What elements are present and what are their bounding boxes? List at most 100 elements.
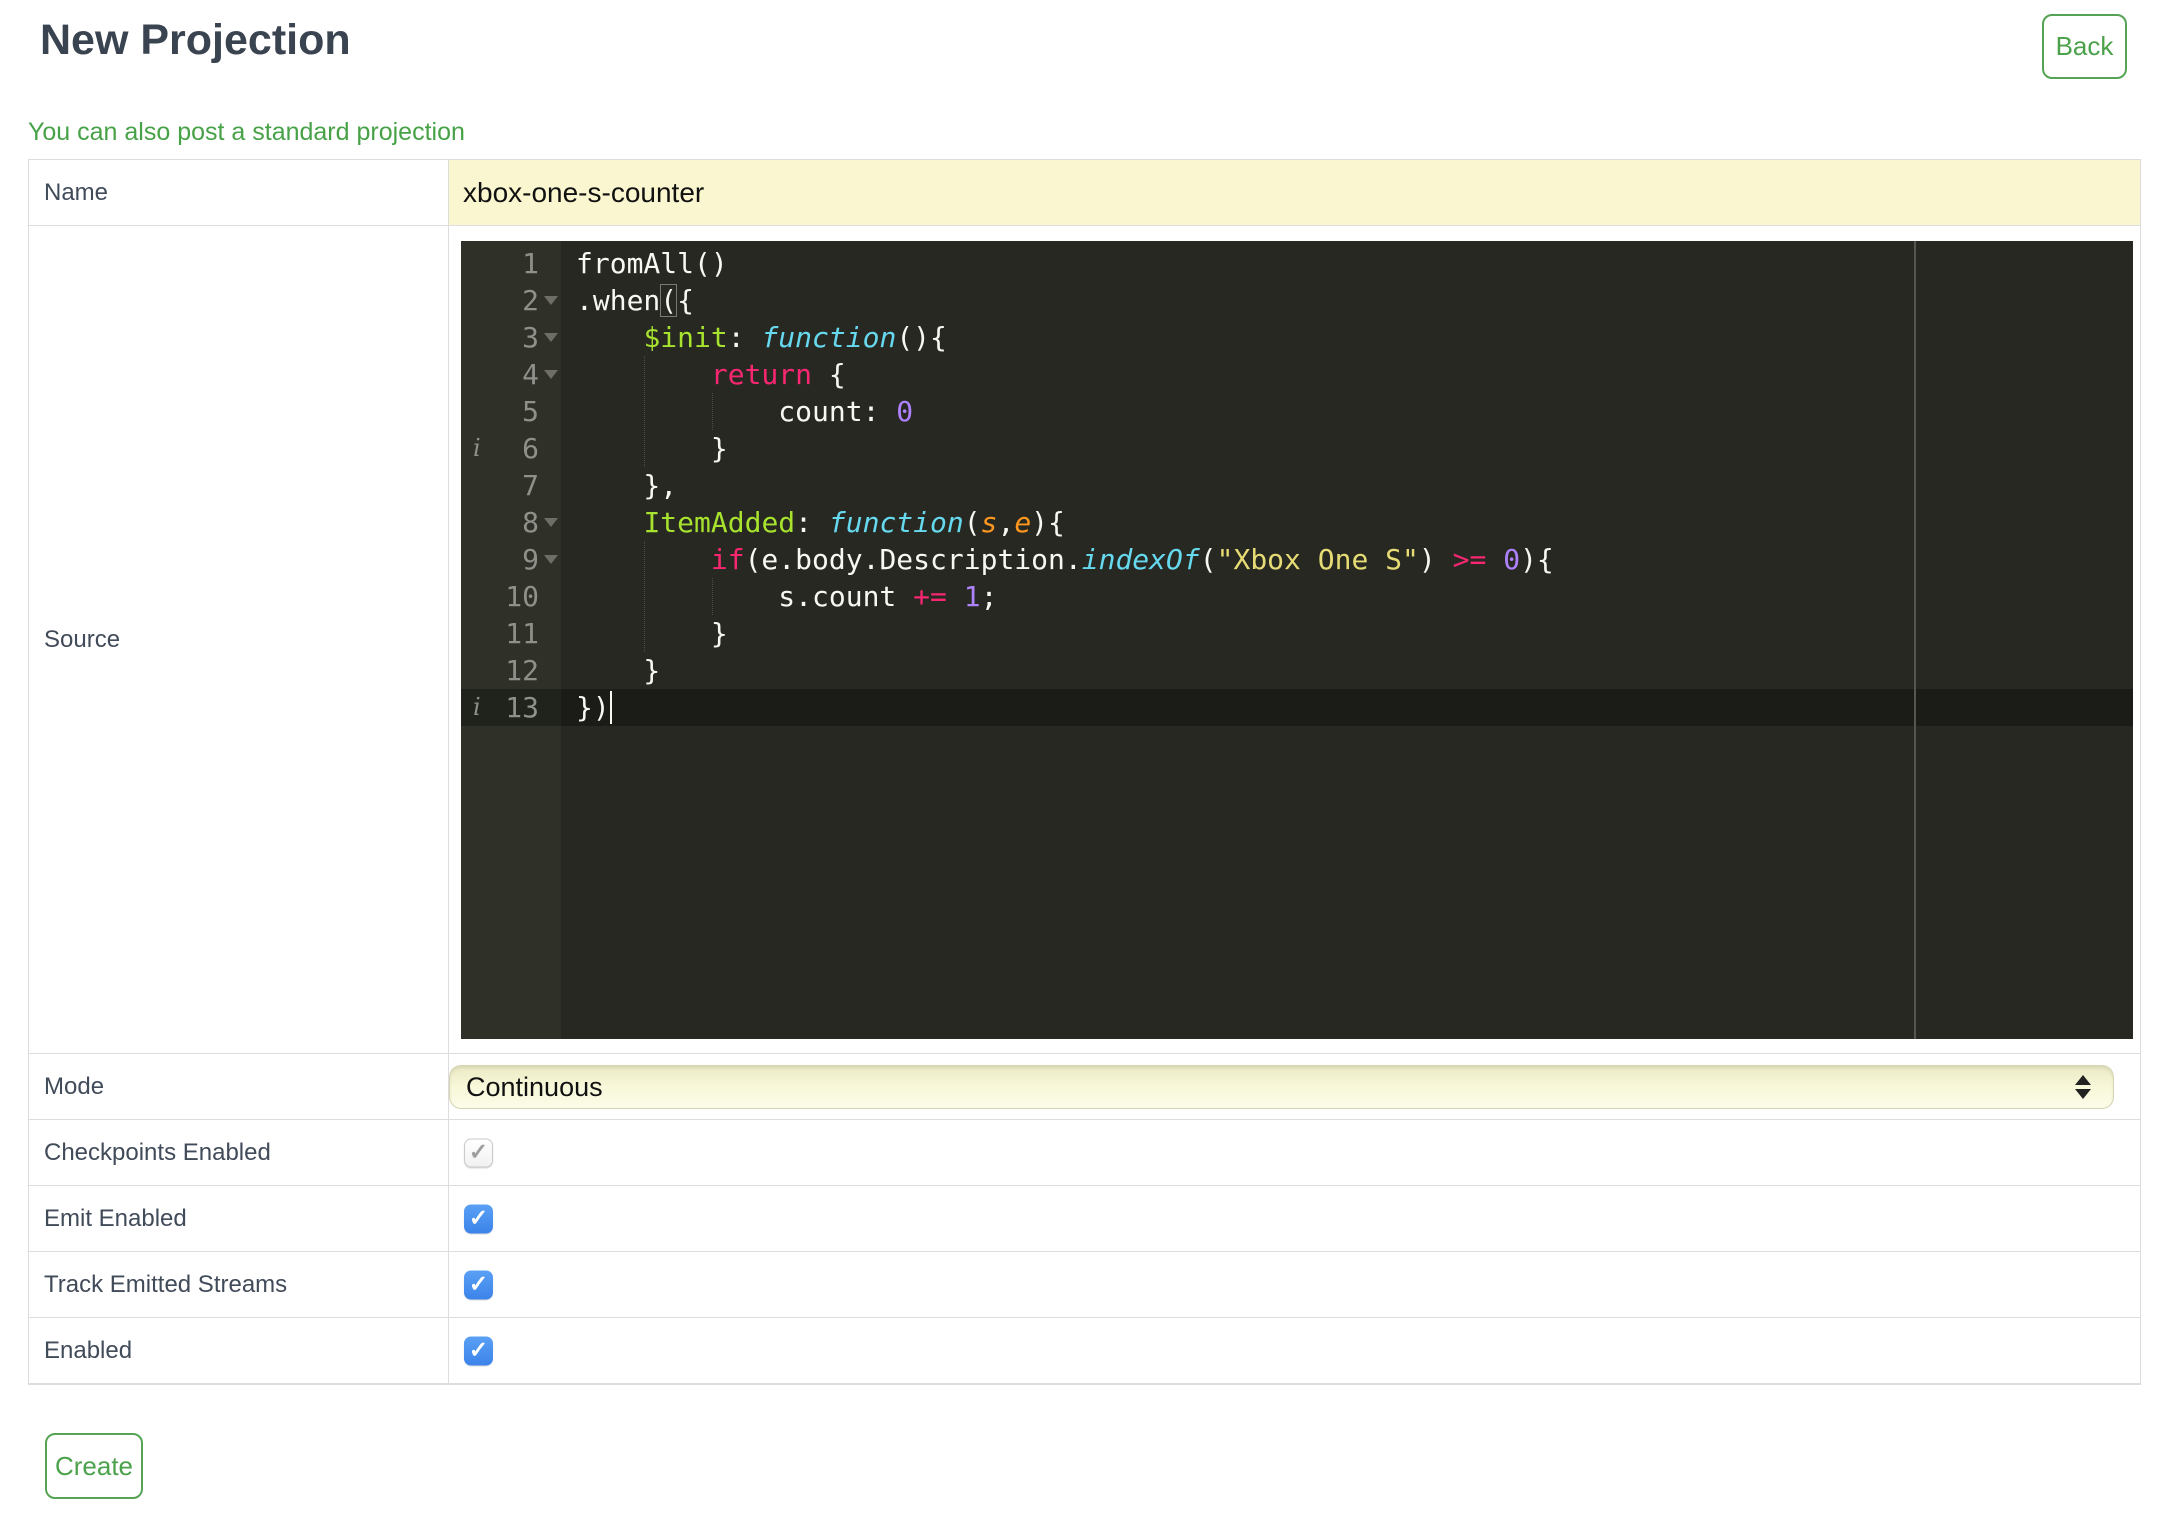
- code-token: }: [576, 617, 728, 650]
- gutter-line-numbers: 1 2 3 4 5 6 i 7 8 9 10 11 12 13 i: [461, 245, 561, 726]
- code-token: (e.body.Description.: [744, 543, 1082, 576]
- checkbox-track-emitted-streams[interactable]: ✓: [464, 1270, 493, 1299]
- checkbox-enabled[interactable]: ✓: [464, 1336, 493, 1365]
- code-token: +=: [913, 580, 947, 613]
- code-token: s.count: [576, 580, 914, 613]
- code-token: ItemAdded: [643, 506, 796, 539]
- checkbox-emit-enabled[interactable]: ✓: [464, 1204, 493, 1233]
- matched-bracket: (: [660, 284, 678, 317]
- form-row-mode: Mode Continuous: [29, 1054, 2140, 1120]
- line-number: 13 i: [473, 691, 539, 724]
- code-line: .when({: [576, 282, 2133, 319]
- code-line: ItemAdded: function(s,e){: [576, 504, 2133, 541]
- code-token: ): [1418, 543, 1453, 576]
- code-line: },: [576, 467, 2133, 504]
- code-line: if(e.body.Description.indexOf("Xbox One …: [576, 541, 2133, 578]
- line-number: 1: [522, 247, 539, 280]
- check-icon: ✓: [468, 1270, 489, 1296]
- code-token: "Xbox One S": [1216, 543, 1419, 576]
- line-number: 9: [461, 541, 561, 578]
- code-line: }: [576, 430, 2133, 467]
- row-control-emit-enabled: ✓: [449, 1186, 2140, 1251]
- column-divider: [448, 160, 449, 1384]
- code-token: indexOf: [1081, 543, 1200, 576]
- row-control-track-emitted-streams: ✓: [449, 1252, 2140, 1317]
- info-annotation-icon: i: [473, 693, 481, 721]
- row-label-name: Name: [44, 178, 109, 206]
- code-token: ;: [980, 580, 998, 613]
- code-token: {: [677, 284, 695, 317]
- projection-form-table: Name xbox-one-s-counter Source 1 2 3 4 5 6 i 7 8 9 10…: [28, 159, 2141, 1385]
- code-token: return: [710, 358, 813, 391]
- code-line: }: [576, 615, 2133, 652]
- standard-projection-link[interactable]: You can also post a standard projection: [28, 118, 465, 147]
- form-row-track-emitted-streams: Track Emitted Streams ✓: [29, 1252, 2140, 1318]
- code-lines: fromAll() .when({ $init: function(){ retu…: [576, 245, 2133, 726]
- new-projection-page: New Projection Back You can also post a …: [0, 0, 2166, 1513]
- code-token: 1: [963, 580, 981, 613]
- code-token: },: [576, 469, 678, 502]
- back-button[interactable]: Back: [2042, 14, 2127, 79]
- line-number: 7: [522, 469, 539, 502]
- row-label-checkpoints-enabled: Checkpoints Enabled: [44, 1138, 271, 1166]
- code-token: ,: [997, 506, 1015, 539]
- code-token: }): [576, 691, 610, 724]
- checkbox-checkpoints-enabled: ✓: [464, 1138, 493, 1167]
- info-annotation-icon: i: [473, 434, 481, 462]
- code-token: :: [727, 321, 762, 354]
- row-label-enabled: Enabled: [44, 1336, 133, 1364]
- source-code-editor[interactable]: 1 2 3 4 5 6 i 7 8 9 10 11 12 13 i fromAll() .when({ $ini…: [461, 241, 2133, 1039]
- code-token: s: [980, 506, 998, 539]
- fold-arrow-icon[interactable]: [544, 555, 558, 564]
- code-token: (: [1199, 543, 1217, 576]
- check-icon: ✓: [468, 1336, 489, 1362]
- line-number: 5: [522, 395, 539, 428]
- select-arrows-icon: [2075, 1075, 2091, 1099]
- row-label-track-emitted-streams: Track Emitted Streams: [44, 1270, 288, 1298]
- code-token: count:: [576, 395, 897, 428]
- fold-arrow-icon[interactable]: [544, 296, 558, 305]
- code-token: (){: [896, 321, 947, 354]
- line-number: 2: [461, 282, 561, 319]
- form-row-checkpoints-enabled: Checkpoints Enabled ✓: [29, 1120, 2140, 1186]
- create-button[interactable]: Create: [45, 1433, 143, 1499]
- code-token: function: [828, 506, 964, 539]
- code-line: }: [576, 652, 2133, 689]
- line-number: 12: [505, 654, 539, 687]
- line-number: 4: [461, 356, 561, 393]
- row-control-mode: Continuous: [449, 1054, 2140, 1119]
- code-token: (: [963, 506, 981, 539]
- fold-arrow-icon[interactable]: [544, 333, 558, 342]
- line-number: 6i: [473, 432, 539, 465]
- check-icon: ✓: [468, 1138, 489, 1164]
- row-label-mode: Mode: [44, 1072, 105, 1100]
- fold-arrow-icon[interactable]: [544, 518, 558, 527]
- code-token: 0: [1503, 543, 1521, 576]
- code-line: return {: [576, 356, 2133, 393]
- form-row-emit-enabled: Emit Enabled ✓: [29, 1186, 2140, 1252]
- code-token: function: [761, 321, 897, 354]
- code-token: ){: [1031, 506, 1065, 539]
- code-token: 0: [896, 395, 914, 428]
- fold-arrow-icon[interactable]: [544, 370, 558, 379]
- line-number: 8: [461, 504, 561, 541]
- row-label-emit-enabled: Emit Enabled: [44, 1204, 187, 1232]
- code-token: >=: [1452, 543, 1487, 576]
- row-control-name: xbox-one-s-counter: [449, 160, 2140, 225]
- row-label-source: Source: [44, 625, 121, 653]
- code-token: if: [710, 543, 745, 576]
- form-row-enabled: Enabled ✓: [29, 1318, 2140, 1384]
- code-token: fromAll(): [576, 247, 728, 280]
- row-control-enabled: ✓: [449, 1318, 2140, 1383]
- row-control-source: 1 2 3 4 5 6 i 7 8 9 10 11 12 13 i fromAll() .when({ $ini…: [449, 226, 2140, 1053]
- code-line: $init: function(){: [576, 319, 2133, 356]
- mode-select[interactable]: Continuous: [449, 1065, 2114, 1109]
- code-token: :: [795, 506, 829, 539]
- code-line: fromAll(): [576, 245, 2133, 282]
- line-number: 3: [461, 319, 561, 356]
- name-input[interactable]: xbox-one-s-counter: [449, 160, 2140, 225]
